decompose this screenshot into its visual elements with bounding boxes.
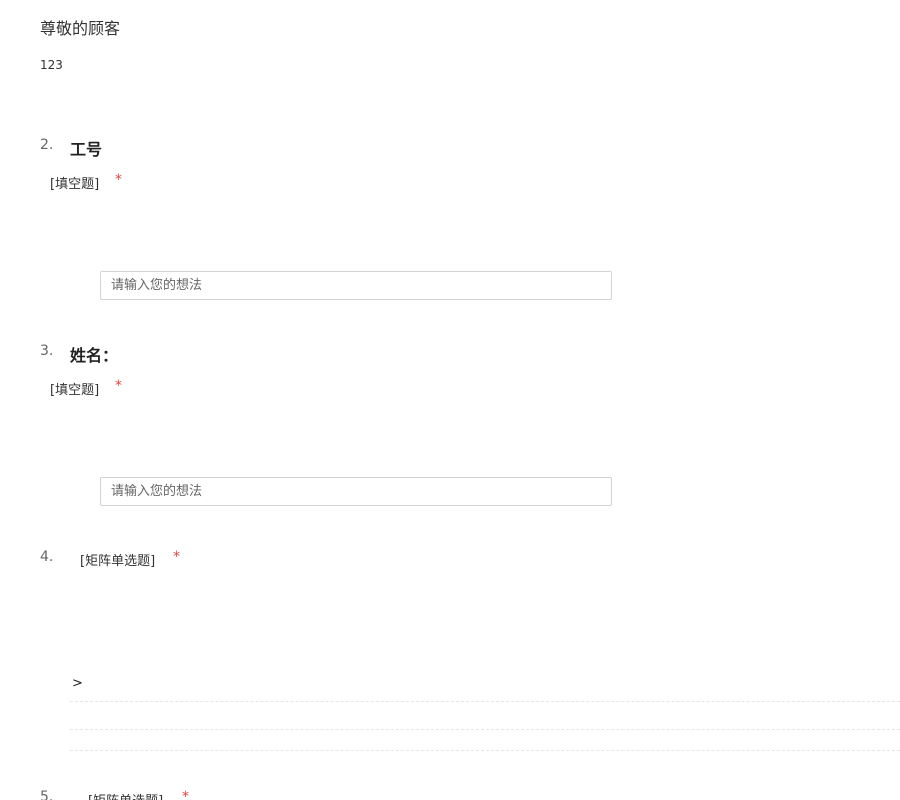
survey-page: 尊敬的顾客 123 2. 工号 [填空题] * 3. 姓名： [填空题] * 4… — [0, 0, 900, 800]
greeting-text: 尊敬的顾客 — [40, 19, 121, 38]
matrix-row-marker: > — [72, 676, 83, 691]
matrix-row-divider — [70, 729, 900, 730]
question-type-label: [填空题] — [50, 383, 100, 398]
required-mark: * — [115, 172, 122, 188]
question-title: 工号 — [70, 140, 103, 159]
question-title: 姓名： — [70, 346, 119, 365]
question-type-label: [矩阵单选题] — [88, 790, 163, 800]
required-mark: * — [115, 378, 122, 394]
question-number: 5. — [40, 789, 54, 800]
question-type-label: [矩阵单选题] — [80, 554, 156, 569]
matrix-row-divider — [70, 701, 900, 702]
required-mark: * — [182, 789, 189, 800]
name-input[interactable] — [100, 477, 612, 506]
question-type-label: [填空题] — [50, 177, 100, 192]
employee-id-input[interactable] — [100, 271, 612, 300]
matrix-row-divider — [70, 750, 900, 751]
question-number: 3. — [40, 343, 54, 359]
question-number: 2. — [40, 137, 54, 153]
required-mark: * — [173, 549, 180, 565]
question-number: 4. — [40, 549, 54, 565]
intro-text: 123 — [40, 58, 63, 72]
